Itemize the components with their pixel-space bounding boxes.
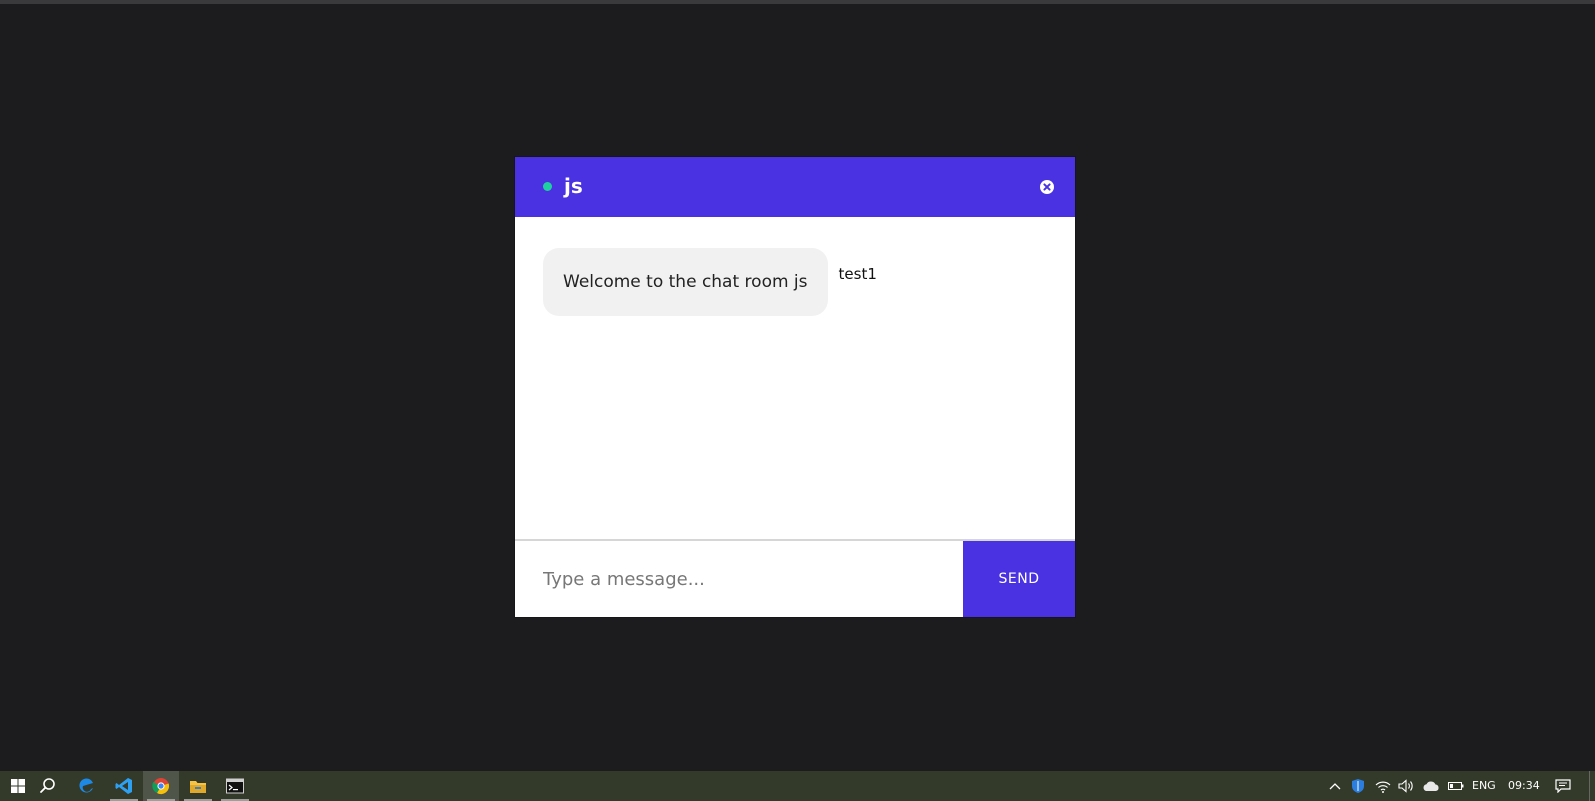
onedrive-icon[interactable] — [1420, 771, 1442, 801]
file-explorer-icon[interactable] — [180, 771, 216, 801]
show-hidden-icons-chevron-icon[interactable] — [1325, 771, 1345, 801]
input-language-indicator[interactable]: ENG — [1472, 771, 1496, 801]
message-composer: SEND — [515, 539, 1075, 617]
room-title: js — [564, 174, 583, 198]
close-icon[interactable] — [1039, 179, 1055, 195]
vscode-icon[interactable] — [106, 771, 142, 801]
defender-icon[interactable] — [1348, 771, 1368, 801]
message-sender: test1 — [838, 265, 877, 283]
message-input[interactable] — [515, 541, 963, 617]
send-button[interactable]: SEND — [963, 541, 1075, 617]
wifi-icon[interactable] — [1373, 771, 1393, 801]
terminal-icon[interactable] — [217, 771, 253, 801]
clock[interactable]: 09:34 — [1508, 771, 1540, 801]
battery-icon[interactable] — [1446, 771, 1466, 801]
chrome-icon[interactable] — [143, 771, 179, 801]
taskbar: ENG 09:34 — [0, 771, 1595, 801]
notifications-icon[interactable] — [1552, 771, 1574, 801]
chat-window: js Welcome to the chat room js test1 SEN… — [515, 157, 1075, 617]
message-bubble: Welcome to the chat room js — [543, 248, 828, 316]
online-status-dot — [543, 182, 552, 191]
volume-icon[interactable] — [1396, 771, 1416, 801]
show-desktop-button[interactable] — [1589, 771, 1595, 801]
edge-icon[interactable] — [69, 771, 105, 801]
window-top-edge — [0, 0, 1595, 4]
message-row: Welcome to the chat room js test1 — [543, 248, 877, 316]
message-list[interactable]: Welcome to the chat room js test1 — [515, 217, 1075, 539]
chat-header: js — [515, 157, 1075, 217]
search-icon[interactable] — [30, 771, 66, 801]
